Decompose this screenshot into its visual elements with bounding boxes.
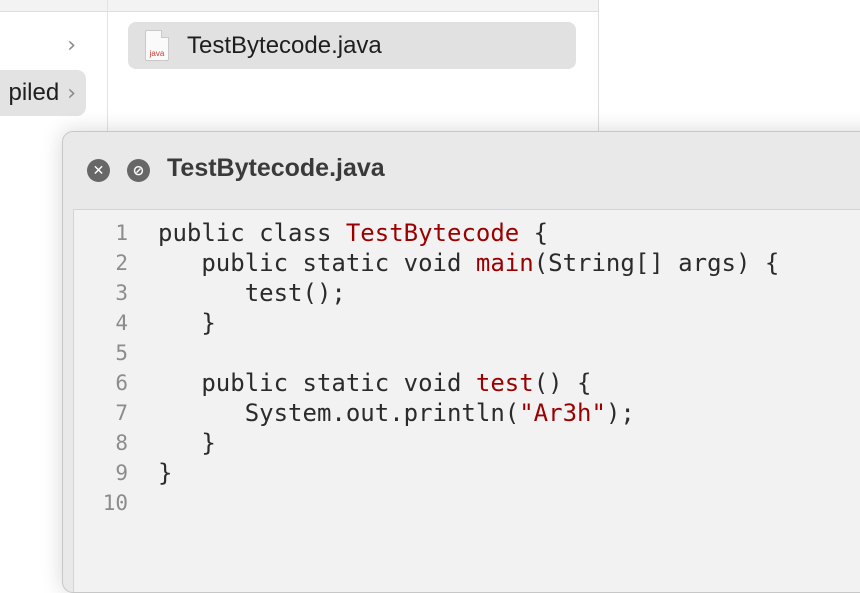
string-literal: "Ar3h" [519, 399, 606, 427]
gutter-gap [128, 488, 158, 518]
chevron-right-icon: › [67, 32, 76, 58]
column-divider[interactable] [107, 0, 108, 140]
code-token: (String[] args) { [533, 249, 780, 277]
code-token: } [158, 429, 216, 457]
line-number: 2 [115, 251, 128, 275]
code-token: ); [605, 399, 635, 427]
column1-item-label: piled [8, 79, 60, 106]
code-text: public static void test() { [158, 368, 591, 398]
line-number: 6 [115, 371, 128, 395]
gutter-gap [128, 398, 158, 428]
file-type-tag: java [149, 49, 165, 58]
code-token: public class [158, 219, 346, 247]
line-number: 3 [115, 281, 128, 305]
column1-item-compiled[interactable]: piled › [0, 70, 86, 116]
gutter-gap [128, 428, 158, 458]
code-preview[interactable]: 1 public class TestBytecode {2 public sta… [73, 209, 860, 592]
code-token: } [158, 309, 216, 337]
code-token: System.out.println( [158, 399, 520, 427]
finder-toolbar-edge [0, 0, 598, 12]
column1-item-folder[interactable]: › [0, 22, 86, 68]
window-title: TestBytecode.java [167, 154, 385, 182]
quicklook-titlebar[interactable]: ✕ ⊘ TestBytecode.java [63, 132, 860, 210]
code-token: } [158, 459, 173, 487]
close-icon[interactable]: ✕ [87, 159, 110, 182]
code-token: { [519, 219, 549, 247]
code-line: 4 } [74, 308, 860, 338]
code-line: 6 public static void test() { [74, 368, 860, 398]
code-text: test(); [158, 278, 346, 308]
quicklook-window: ✕ ⊘ TestBytecode.java 1 public class Test… [62, 131, 860, 593]
line-number: 5 [115, 341, 128, 365]
gutter-gap [128, 308, 158, 338]
code-line: 3 test(); [74, 278, 860, 308]
gutter-gap [128, 368, 158, 398]
code-text: } [158, 428, 216, 458]
code-line: 1 public class TestBytecode { [74, 218, 860, 248]
gutter-gap [128, 458, 158, 488]
chevron-right-icon: › [67, 80, 76, 106]
code-line: 8 } [74, 428, 860, 458]
code-text: System.out.println("Ar3h"); [158, 398, 635, 428]
file-name: TestBytecode.java [187, 31, 382, 59]
code-token: () { [533, 369, 592, 397]
line-number: 7 [115, 401, 128, 425]
code-line: 7 System.out.println("Ar3h"); [74, 398, 860, 428]
code-token: test(); [158, 279, 346, 307]
code-text: public static void main(String[] args) { [158, 248, 779, 278]
code-line: 2 public static void main(String[] args)… [74, 248, 860, 278]
line-number: 10 [102, 491, 128, 515]
file-row-selected[interactable]: java TestBytecode.java [128, 22, 576, 69]
code-text: } [158, 308, 216, 338]
code-line: 5 [74, 338, 860, 368]
slash-circle-icon[interactable]: ⊘ [127, 159, 150, 182]
code-line: 9} [74, 458, 860, 488]
gutter-gap [128, 338, 158, 368]
line-number: 1 [115, 221, 128, 245]
code-token: public static void [158, 369, 476, 397]
identifier-token: main [475, 249, 534, 277]
java-file-icon: java [145, 30, 169, 61]
gutter-gap [128, 218, 158, 248]
line-number: 8 [115, 431, 128, 455]
code-token: public static void [158, 249, 476, 277]
identifier-token: test [475, 369, 534, 397]
code-text: } [158, 458, 172, 488]
gutter-gap [128, 278, 158, 308]
line-number: 4 [115, 311, 128, 335]
code-text: public class TestBytecode { [158, 218, 548, 248]
line-number: 9 [115, 461, 128, 485]
identifier-token: TestBytecode [345, 219, 520, 247]
gutter-gap [128, 248, 158, 278]
code-line: 10 [74, 488, 860, 518]
